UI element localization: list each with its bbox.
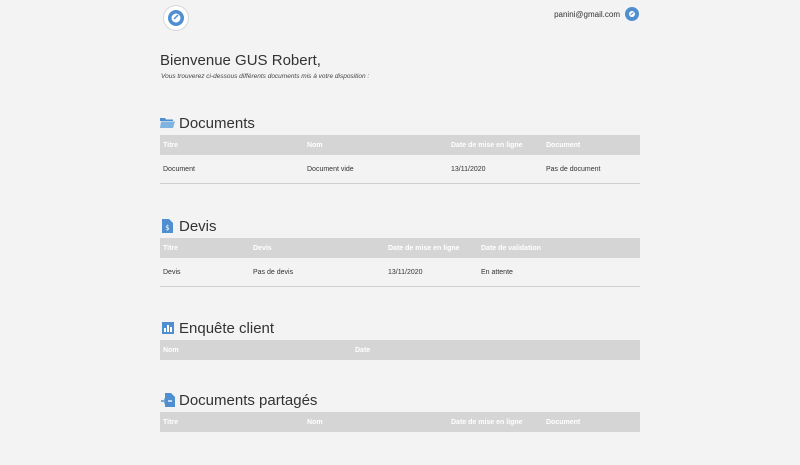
col-document: Document <box>543 135 640 155</box>
user-icon[interactable] <box>625 7 639 21</box>
table-header-row: Titre Nom Date de mise en ligne Document <box>160 412 640 432</box>
col-titre: Titre <box>160 135 304 155</box>
documents-heading: Documents <box>160 114 640 132</box>
cell-statut: En attente <box>478 258 640 287</box>
documents-section: Documents Titre Nom Date de mise en lign… <box>160 114 640 184</box>
logo-icon[interactable] <box>163 5 189 31</box>
folder-icon <box>160 116 175 130</box>
col-titre: Titre <box>160 412 304 432</box>
col-nom: Nom <box>160 340 352 360</box>
svg-text:$: $ <box>165 224 169 232</box>
cell-nom: Document vide <box>304 155 448 184</box>
documents-table: Titre Nom Date de mise en ligne Document… <box>160 135 640 184</box>
table-row: Devis Pas de devis 13/11/2020 En attente <box>160 258 640 287</box>
cell-devis: Pas de devis <box>250 258 385 287</box>
user-email[interactable]: panini@gmail.com <box>554 10 620 19</box>
cell-titre: Devis <box>160 258 250 287</box>
devis-heading: $ Devis <box>160 217 640 235</box>
enquete-heading: Enquête client <box>160 319 640 337</box>
col-date-validation: Date de validation <box>478 238 640 258</box>
table-row: Document Document vide 13/11/2020 Pas de… <box>160 155 640 184</box>
enquete-title: Enquête client <box>179 319 275 337</box>
table-header-row: Titre Nom Date de mise en ligne Document <box>160 135 640 155</box>
col-nom: Nom <box>304 135 448 155</box>
devis-table: Titre Devis Date de mise en ligne Date d… <box>160 238 640 287</box>
col-titre: Titre <box>160 238 250 258</box>
shared-file-icon <box>160 393 175 407</box>
partages-title: Documents partagés <box>179 391 318 409</box>
enquete-section: Enquête client Nom Date <box>160 319 640 360</box>
devis-section: $ Devis Titre Devis Date de mise en lign… <box>160 217 640 287</box>
col-nom: Nom <box>304 412 448 432</box>
enquete-table: Nom Date <box>160 340 640 360</box>
cell-document: Pas de document <box>543 155 640 184</box>
cell-date: 13/11/2020 <box>385 258 478 287</box>
col-date-mise-en-ligne: Date de mise en ligne <box>385 238 478 258</box>
invoice-icon: $ <box>160 219 175 233</box>
documents-title: Documents <box>179 114 255 132</box>
col-date-mise-en-ligne: Date de mise en ligne <box>448 135 543 155</box>
user-menu[interactable]: panini@gmail.com <box>554 7 639 21</box>
col-devis: Devis <box>250 238 385 258</box>
welcome-title: Bienvenue GUS Robert, <box>160 52 321 69</box>
welcome-subtitle: Vous trouverez ci-dessous différents doc… <box>161 73 370 80</box>
partages-section: Documents partagés Titre Nom Date de mis… <box>160 391 640 432</box>
col-date-mise-en-ligne: Date de mise en ligne <box>448 412 543 432</box>
table-header-row: Titre Devis Date de mise en ligne Date d… <box>160 238 640 258</box>
col-date: Date <box>352 340 640 360</box>
cell-date: 13/11/2020 <box>448 155 543 184</box>
col-document: Document <box>543 412 640 432</box>
bar-chart-icon <box>160 321 175 335</box>
cell-titre: Document <box>160 155 304 184</box>
partages-table: Titre Nom Date de mise en ligne Document <box>160 412 640 432</box>
partages-heading: Documents partagés <box>160 391 640 409</box>
devis-title: Devis <box>179 217 217 235</box>
table-header-row: Nom Date <box>160 340 640 360</box>
